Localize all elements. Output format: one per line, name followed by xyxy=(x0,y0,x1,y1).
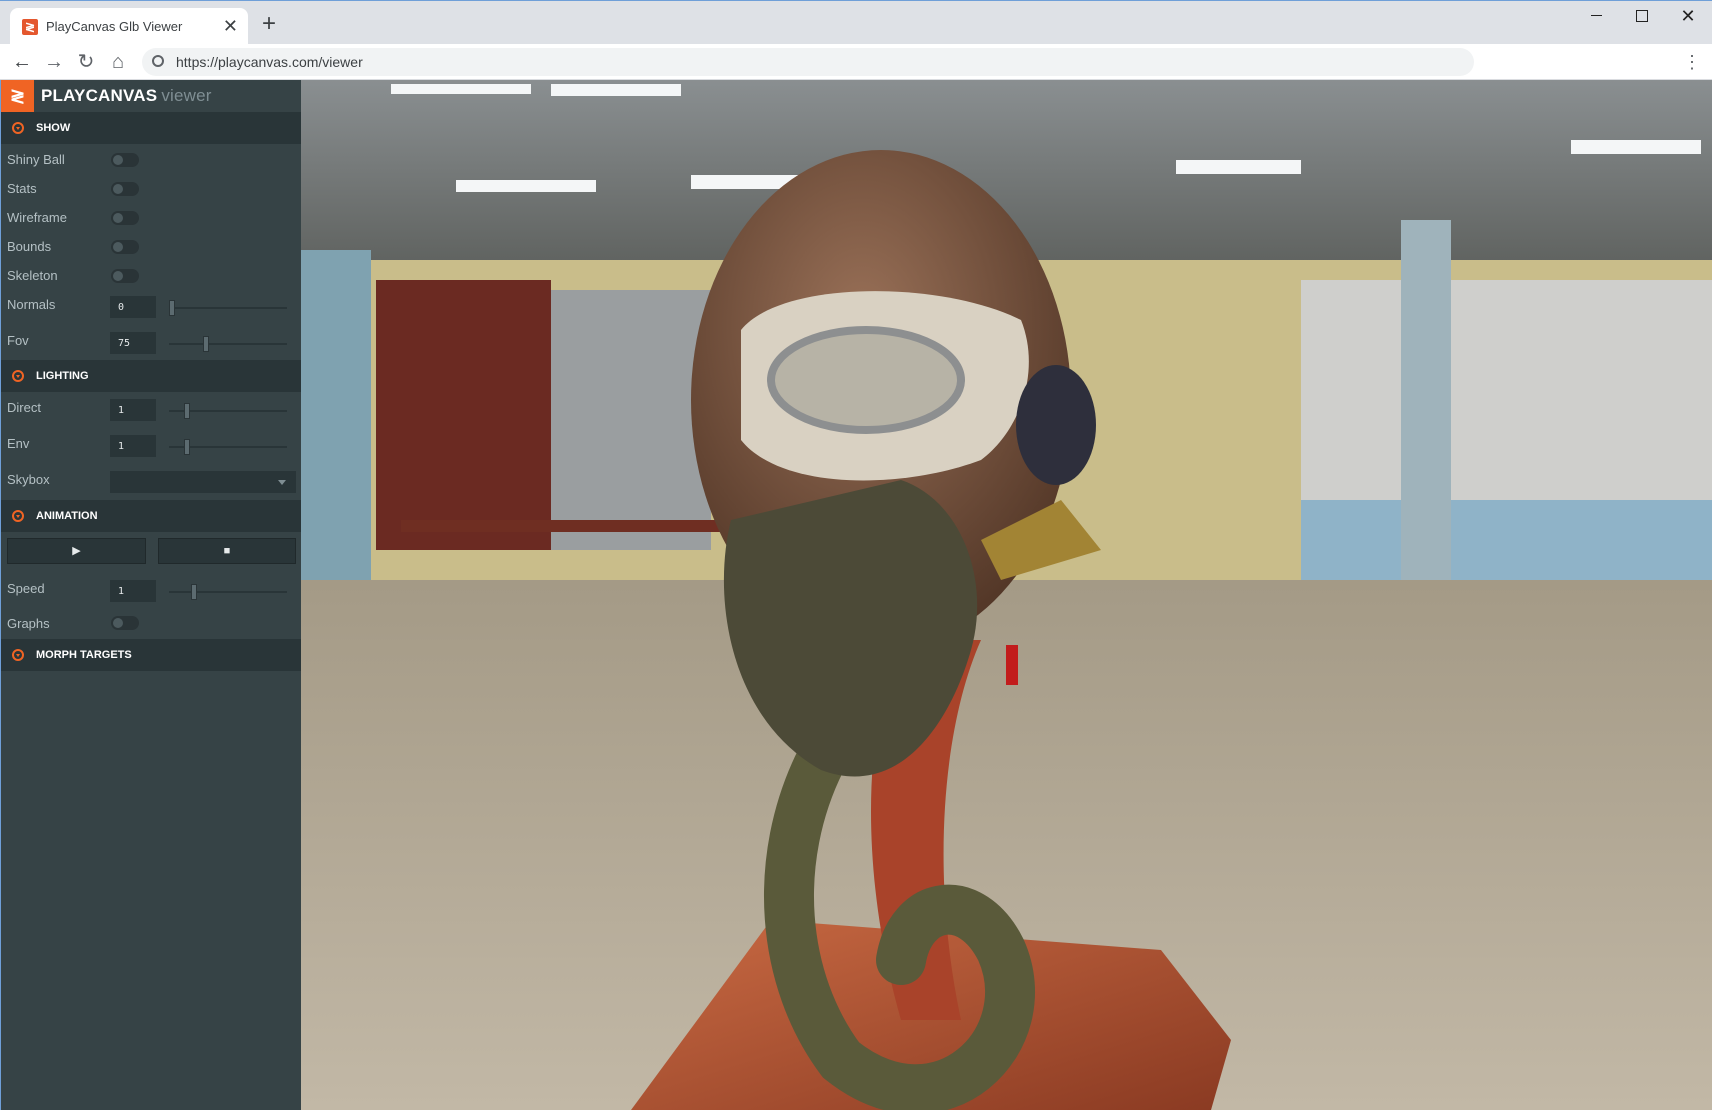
tab-close-icon[interactable]: ✕ xyxy=(223,16,238,36)
stop-icon: ■ xyxy=(223,545,231,557)
slider-handle[interactable] xyxy=(184,439,190,455)
browser-tab[interactable]: ≷ PlayCanvas Glb Viewer ✕ xyxy=(10,8,248,45)
goggle-lens xyxy=(767,326,965,434)
section-animation-header[interactable]: ANIMATION xyxy=(1,500,301,532)
address-bar[interactable]: https://playcanvas.com/viewer xyxy=(142,48,1474,76)
collapse-toggle-icon xyxy=(12,510,24,522)
section-show-header[interactable]: SHOW xyxy=(1,112,301,144)
maximize-button[interactable] xyxy=(1619,1,1665,33)
section-title: ANIMATION xyxy=(36,510,98,522)
wireframe-label: Wireframe xyxy=(7,210,67,225)
cable-plug xyxy=(1006,645,1018,685)
right-wall-blue-base xyxy=(1301,500,1712,590)
tab-title: PlayCanvas Glb Viewer xyxy=(46,19,183,34)
site-info-icon[interactable] xyxy=(152,55,164,67)
new-tab-button[interactable]: + xyxy=(262,12,276,36)
bounds-label: Bounds xyxy=(7,239,52,254)
section-title: LIGHTING xyxy=(36,370,89,382)
ear-cup xyxy=(1016,365,1096,485)
env-slider[interactable] xyxy=(169,439,287,455)
slider-handle[interactable] xyxy=(184,403,190,419)
env-input[interactable]: 1 xyxy=(110,435,156,457)
section-title: SHOW xyxy=(36,122,71,134)
viewer-settings-panel: ≷ PLAYCANVAS viewer SHOW Shiny Ball Stats… xyxy=(0,80,301,1110)
workbench xyxy=(401,520,761,532)
toggle-knob xyxy=(113,184,123,194)
app-title-sub: viewer xyxy=(161,86,212,105)
speed-slider[interactable] xyxy=(169,584,287,600)
fov-input[interactable]: 75 xyxy=(110,332,156,354)
normals-input[interactable]: 0 xyxy=(110,296,156,318)
ceiling-light xyxy=(391,84,531,94)
left-pillar xyxy=(301,250,371,630)
browser-toolbar: ← → ↻ ⌂ https://playcanvas.com/viewer ⋮ xyxy=(0,44,1712,80)
direct-slider[interactable] xyxy=(169,403,287,419)
section-morph-targets-header[interactable]: MORPH TARGETS xyxy=(1,639,301,671)
window-close-button[interactable]: ✕ xyxy=(1665,1,1711,33)
ceiling-light xyxy=(1176,160,1301,174)
scene-render xyxy=(301,80,1712,1110)
play-button[interactable]: ▶ xyxy=(7,538,146,564)
slider-handle[interactable] xyxy=(169,300,175,316)
collapse-toggle-icon xyxy=(12,370,24,382)
toggle-knob xyxy=(113,618,123,628)
direct-input[interactable]: 1 xyxy=(110,399,156,421)
playcanvas-logo-icon: ≷ xyxy=(1,80,34,112)
skybox-select[interactable] xyxy=(110,471,296,493)
skeleton-toggle[interactable] xyxy=(111,269,139,283)
graphs-label: Graphs xyxy=(7,616,50,631)
back-arrow-icon[interactable]: ← xyxy=(8,48,36,76)
section-title: MORPH TARGETS xyxy=(36,649,132,661)
playcanvas-favicon-icon: ≷ xyxy=(22,19,38,35)
browser-menu-icon[interactable]: ⋮ xyxy=(1682,48,1702,76)
fov-slider[interactable] xyxy=(169,336,287,352)
slider-handle[interactable] xyxy=(203,336,209,352)
wireframe-toggle[interactable] xyxy=(111,211,139,225)
env-label: Env xyxy=(7,436,30,451)
shiny-ball-toggle[interactable] xyxy=(111,153,139,167)
ceiling-light xyxy=(456,180,596,192)
toggle-knob xyxy=(113,213,123,223)
forward-arrow-icon[interactable]: → xyxy=(40,48,68,76)
panel-header: ≷ PLAYCANVAS viewer xyxy=(1,80,301,112)
stats-label: Stats xyxy=(7,181,37,196)
speed-input[interactable]: 1 xyxy=(110,580,156,602)
slider-handle[interactable] xyxy=(191,584,197,600)
collapse-toggle-icon xyxy=(12,649,24,661)
app-title: PLAYCANVAS viewer xyxy=(41,86,212,106)
minimize-button[interactable] xyxy=(1573,1,1619,33)
home-icon[interactable]: ⌂ xyxy=(104,48,132,76)
minimize-icon xyxy=(1590,15,1602,17)
toggle-knob xyxy=(113,242,123,252)
maximize-icon xyxy=(1636,9,1648,22)
browser-tab-strip: ≷ PlayCanvas Glb Viewer ✕ + ✕ xyxy=(0,0,1712,45)
chevron-down-icon xyxy=(278,480,286,485)
toggle-knob xyxy=(113,271,123,281)
skeleton-label: Skeleton xyxy=(7,268,58,283)
red-doors xyxy=(376,280,551,550)
corrugated-wall xyxy=(551,290,711,550)
fov-label: Fov xyxy=(7,333,29,348)
stats-toggle[interactable] xyxy=(111,182,139,196)
direct-label: Direct xyxy=(7,400,41,415)
stop-button[interactable]: ■ xyxy=(158,538,296,564)
app-title-main: PLAYCANVAS xyxy=(41,86,158,105)
speed-label: Speed xyxy=(7,581,45,596)
3d-viewport-canvas[interactable] xyxy=(301,80,1712,1110)
reload-icon[interactable]: ↻ xyxy=(72,48,100,76)
collapse-toggle-icon xyxy=(12,122,24,134)
right-pillar xyxy=(1401,220,1451,620)
ceiling-light xyxy=(1571,140,1701,154)
shiny-ball-label: Shiny Ball xyxy=(7,152,65,167)
section-lighting-header[interactable]: LIGHTING xyxy=(1,360,301,392)
graphs-toggle[interactable] xyxy=(111,616,139,630)
bounds-toggle[interactable] xyxy=(111,240,139,254)
normals-slider[interactable] xyxy=(169,300,287,316)
url-text[interactable]: https://playcanvas.com/viewer xyxy=(176,54,363,70)
skybox-label: Skybox xyxy=(7,472,50,487)
ceiling-light xyxy=(551,84,681,96)
play-icon: ▶ xyxy=(72,545,81,557)
normals-label: Normals xyxy=(7,297,56,312)
toggle-knob xyxy=(113,155,123,165)
